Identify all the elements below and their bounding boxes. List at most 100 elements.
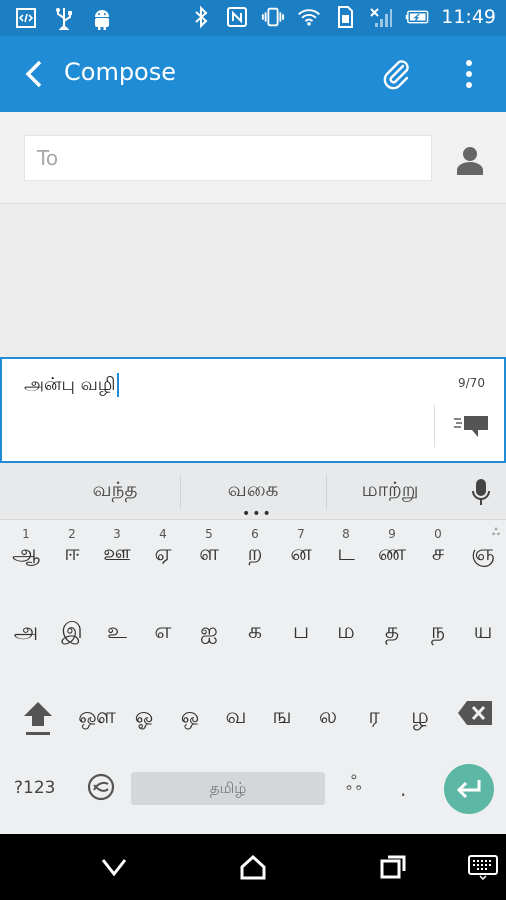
soft-keyboard: வந்த வகை மாற்று ••• 1ஆ 2ஈ 3ஊ 4ஏ 5ள 6ற 7ன… xyxy=(0,463,506,834)
suggestion-2[interactable]: வகை xyxy=(193,477,313,504)
key-char: ஓ xyxy=(134,704,154,729)
key-char: ய xyxy=(473,619,493,644)
enter-icon[interactable] xyxy=(444,764,494,814)
key-hint: 6 xyxy=(251,527,259,541)
key-row1-4[interactable]: 4ஏ xyxy=(144,527,182,583)
key-row3-1[interactable]: ஔ xyxy=(76,696,118,742)
key-row1-10[interactable]: 0ச xyxy=(419,527,457,583)
key-row3-5[interactable]: ங xyxy=(262,696,302,742)
sim-card-icon xyxy=(333,5,357,29)
key-hint: 5 xyxy=(205,527,213,541)
key-hint: ஃ xyxy=(492,527,500,538)
text-caret xyxy=(116,373,119,397)
key-row2-8[interactable]: ம xyxy=(327,613,365,659)
key-row2-5[interactable]: ஐ xyxy=(190,613,228,659)
key-row2-10[interactable]: ந xyxy=(419,613,457,659)
key-row3-3[interactable]: ஒ xyxy=(170,696,210,742)
key-char: ந xyxy=(430,619,446,644)
key-row1-2[interactable]: 2ஈ xyxy=(53,527,91,583)
key-char: ண xyxy=(378,541,406,566)
char-counter: 9/70 xyxy=(458,376,485,390)
language-switch-icon[interactable] xyxy=(86,772,116,802)
key-row1-5[interactable]: 5ள xyxy=(190,527,228,583)
key-hint: 7 xyxy=(297,527,305,541)
paperclip-icon[interactable] xyxy=(376,54,416,94)
send-divider xyxy=(434,405,435,447)
key-row2-1[interactable]: அ xyxy=(7,613,45,659)
key-row3-6[interactable]: ல xyxy=(308,696,348,742)
app-bar: Compose xyxy=(0,36,506,112)
key-row1-7[interactable]: 7ன xyxy=(282,527,320,583)
message-text-wrap: அன்பு வழி xyxy=(24,373,119,397)
key-row3-4[interactable]: வ xyxy=(216,696,256,742)
key-row2-4[interactable]: எ xyxy=(144,613,182,659)
key-row2-3[interactable]: உ xyxy=(98,613,136,659)
more-suggestions-indicator[interactable]: ••• xyxy=(242,507,273,521)
keyboard-switch-icon[interactable] xyxy=(466,851,500,883)
content-area xyxy=(0,204,506,358)
developer-icon xyxy=(14,6,38,30)
key-char: அ xyxy=(13,619,39,644)
key-char: ஞ xyxy=(471,541,495,566)
person-icon[interactable] xyxy=(450,140,490,180)
status-bar: 11:49 xyxy=(0,0,506,36)
key-char: ன xyxy=(290,541,312,566)
message-field[interactable]: அன்பு வழி 9/70 xyxy=(0,357,506,463)
key-char: ப xyxy=(292,619,310,644)
back-nav-icon[interactable] xyxy=(97,851,131,883)
space-key[interactable]: தமிழ் xyxy=(131,772,325,805)
aytham-key[interactable]: ஃ xyxy=(346,771,362,798)
suggestion-bar: வந்த வகை மாற்று ••• xyxy=(0,463,506,521)
key-row3-8[interactable]: ழ xyxy=(400,696,440,742)
key-char: ஒ xyxy=(180,704,200,729)
key-row3-7[interactable]: ர xyxy=(354,696,394,742)
key-char: ழ xyxy=(411,704,429,729)
more-vertical-icon[interactable] xyxy=(452,54,486,94)
status-time: 11:49 xyxy=(441,6,496,28)
send-message-icon[interactable] xyxy=(448,409,494,445)
key-row1-8[interactable]: 8ட xyxy=(327,527,365,583)
key-hint: 9 xyxy=(388,527,396,541)
shift-key-icon[interactable] xyxy=(20,696,56,740)
home-icon[interactable] xyxy=(236,851,270,883)
to-field[interactable]: To xyxy=(24,135,432,181)
key-row3-2[interactable]: ஓ xyxy=(124,696,164,742)
symbols-key[interactable]: ?123 xyxy=(14,778,55,798)
key-row2-6[interactable]: க xyxy=(236,613,274,659)
microphone-icon[interactable] xyxy=(468,477,494,507)
key-hint: 4 xyxy=(159,527,167,541)
key-char: ஏ xyxy=(154,541,172,566)
key-char: த xyxy=(384,619,400,644)
no-signal-icon xyxy=(369,5,393,29)
recipient-row: To xyxy=(0,112,506,204)
backspace-icon[interactable] xyxy=(456,698,494,728)
key-char: ர xyxy=(368,704,380,729)
key-hint: 1 xyxy=(22,527,30,541)
key-row2-7[interactable]: ப xyxy=(282,613,320,659)
suggestion-divider xyxy=(326,475,327,509)
recents-icon[interactable] xyxy=(376,851,410,883)
suggestion-1[interactable]: வந்த xyxy=(55,477,175,504)
battery-charging-icon xyxy=(405,5,429,29)
suggestion-3[interactable]: மாற்று xyxy=(330,477,450,504)
key-char: ஊ xyxy=(103,541,131,566)
message-text: அன்பு வழி xyxy=(24,374,116,395)
key-char: ஔ xyxy=(78,704,116,729)
usb-icon xyxy=(52,6,76,30)
key-row1-1[interactable]: 1ஆ xyxy=(7,527,45,583)
key-char: இ xyxy=(61,619,83,644)
key-row2-2[interactable]: இ xyxy=(53,613,91,659)
key-row1-6[interactable]: 6ற xyxy=(236,527,274,583)
key-row2-9[interactable]: த xyxy=(373,613,411,659)
key-row1-9[interactable]: 9ண xyxy=(373,527,411,583)
android-icon xyxy=(90,6,114,30)
chevron-left-icon[interactable] xyxy=(16,56,52,92)
period-key[interactable]: . xyxy=(400,777,406,801)
key-row1-11[interactable]: ஃஞ xyxy=(463,527,503,583)
key-char: ட xyxy=(337,541,355,566)
key-char: ஐ xyxy=(200,619,218,644)
key-row2-11[interactable]: ய xyxy=(463,613,503,659)
key-char: ம xyxy=(337,619,355,644)
key-char: ச xyxy=(431,541,445,566)
key-row1-3[interactable]: 3ஊ xyxy=(98,527,136,583)
